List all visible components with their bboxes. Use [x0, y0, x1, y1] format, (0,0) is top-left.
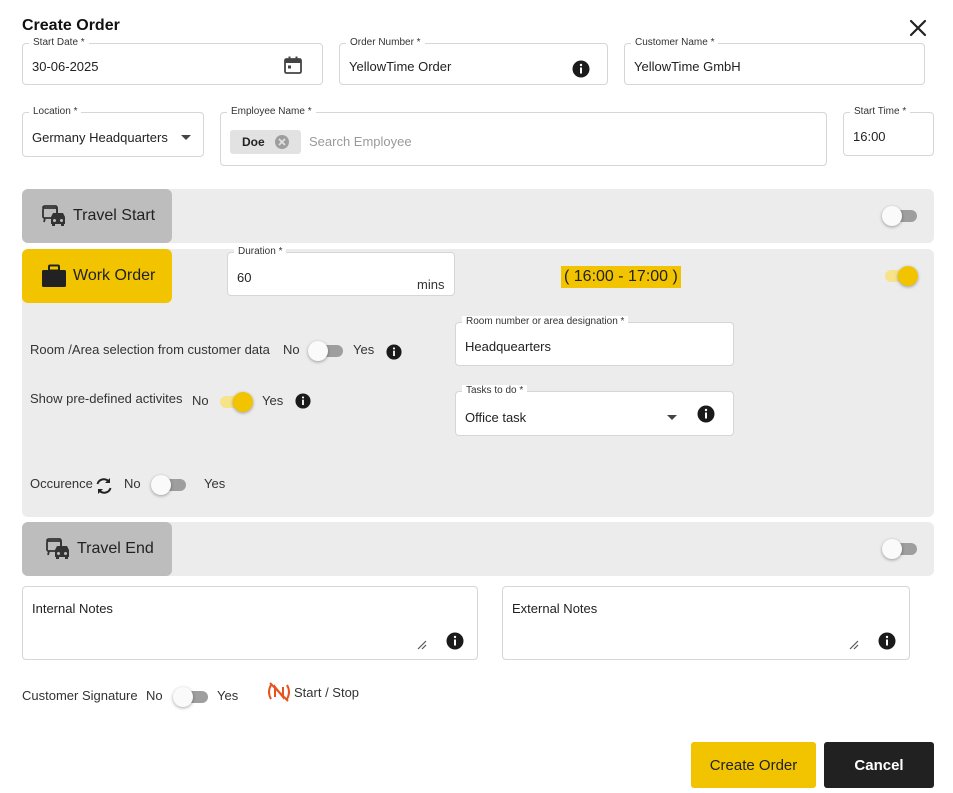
- tasks-value: Office task: [465, 410, 527, 425]
- calendar-icon[interactable]: [283, 55, 303, 75]
- room-number-value: Headquearters: [465, 339, 551, 354]
- travel-start-label: Travel Start: [73, 207, 156, 224]
- toggle-thumb: [173, 687, 193, 707]
- travel-start-button[interactable]: Travel Start: [22, 189, 172, 243]
- predefined-activities-label: Show pre-defined activites: [30, 391, 183, 406]
- start-time-label: Start Time *: [850, 106, 911, 118]
- info-icon[interactable]: [386, 344, 402, 360]
- travel-icon: [45, 538, 71, 560]
- customer-signature-label: Customer Signature: [22, 688, 138, 703]
- order-number-field[interactable]: Order Number * YellowTime Order: [339, 37, 608, 85]
- tasks-label: Tasks to do *: [462, 385, 528, 397]
- room-selection-yes: Yes: [353, 342, 375, 357]
- employee-search-input[interactable]: Search Employee: [309, 134, 412, 149]
- customer-name-value: YellowTime GmbH: [634, 59, 741, 74]
- order-number-label: Order Number *: [346, 37, 425, 49]
- info-icon[interactable]: [697, 405, 715, 423]
- duration-value: 60: [237, 270, 252, 285]
- work-order-toggle[interactable]: [882, 266, 918, 286]
- predefined-yes: Yes: [262, 393, 284, 408]
- occurrence-yes: Yes: [204, 476, 226, 491]
- duration-field[interactable]: Duration * 60 mins: [227, 246, 455, 296]
- time-range-badge: ( 16:00 - 17:00 ): [561, 266, 681, 288]
- nfc-off-icon[interactable]: [266, 681, 292, 703]
- room-selection-label: Room /Area selection from customer data: [30, 342, 270, 357]
- external-notes-textarea[interactable]: External Notes: [502, 586, 910, 660]
- travel-end-label: Travel End: [77, 540, 154, 557]
- internal-notes-label: Internal Notes: [32, 601, 113, 616]
- toggle-thumb: [882, 206, 902, 226]
- travel-end-button[interactable]: Travel End: [22, 522, 172, 576]
- chevron-down-icon[interactable]: [179, 129, 193, 140]
- duration-label: Duration *: [234, 246, 287, 258]
- employee-chip: Doe: [230, 130, 301, 154]
- location-label: Location *: [29, 106, 82, 118]
- employee-chip-label: Doe: [242, 135, 265, 149]
- start-time-value: 16:00: [853, 129, 886, 144]
- start-date-value: 30-06-2025: [32, 59, 99, 74]
- employee-label: Employee Name *: [227, 106, 316, 118]
- travel-icon: [41, 205, 67, 227]
- signature-no: No: [146, 688, 163, 703]
- resize-icon[interactable]: [848, 638, 860, 650]
- occurrence-toggle[interactable]: [151, 475, 187, 495]
- briefcase-icon: [41, 264, 67, 287]
- info-icon[interactable]: [572, 60, 590, 78]
- customer-signature-toggle[interactable]: [173, 687, 209, 707]
- chip-remove-icon[interactable]: [274, 134, 290, 150]
- tasks-select[interactable]: Tasks to do * Office task: [455, 385, 734, 436]
- start-date-field[interactable]: Start Date * 30-06-2025: [22, 37, 323, 85]
- chevron-down-icon[interactable]: [665, 409, 679, 420]
- internal-notes-textarea[interactable]: Internal Notes: [22, 586, 478, 660]
- order-number-value: YellowTime Order: [349, 59, 452, 74]
- toggle-thumb: [308, 341, 328, 361]
- location-select[interactable]: Location * Germany Headquarters: [22, 106, 204, 157]
- toggle-thumb: [233, 392, 253, 412]
- occurrence-no: No: [124, 476, 141, 491]
- toggle-thumb: [898, 266, 918, 286]
- info-icon[interactable]: [878, 632, 896, 650]
- employee-field[interactable]: Employee Name * Doe Search Employee: [220, 106, 827, 166]
- info-icon[interactable]: [295, 393, 311, 409]
- occurrence-label: Occurence: [30, 476, 93, 491]
- predefined-no: No: [192, 393, 209, 408]
- create-order-button[interactable]: Create Order: [691, 742, 816, 788]
- close-icon[interactable]: [906, 16, 930, 40]
- work-order-panel: Work Order Duration * 60 mins ( 16:00 - …: [22, 246, 934, 517]
- room-selection-no: No: [283, 342, 300, 357]
- customer-name-field[interactable]: Customer Name * YellowTime GmbH: [624, 37, 925, 85]
- location-value: Germany Headquarters: [32, 130, 168, 145]
- travel-start-toggle[interactable]: [882, 206, 918, 226]
- work-order-label: Work Order: [73, 267, 156, 284]
- room-number-label: Room number or area designation *: [462, 316, 629, 328]
- travel-end-panel: Travel End: [22, 522, 934, 576]
- cancel-button[interactable]: Cancel: [824, 742, 934, 788]
- travel-end-toggle[interactable]: [882, 539, 918, 559]
- start-date-label: Start Date *: [29, 37, 89, 49]
- room-number-field[interactable]: Room number or area designation * Headqu…: [455, 316, 734, 366]
- dialog-title: Create Order: [22, 17, 120, 34]
- info-icon[interactable]: [446, 632, 464, 650]
- sync-icon: [94, 475, 114, 497]
- start-time-field[interactable]: Start Time * 16:00: [843, 106, 934, 156]
- customer-name-label: Customer Name *: [631, 37, 719, 49]
- external-notes-label: External Notes: [512, 601, 598, 616]
- resize-icon[interactable]: [416, 638, 428, 650]
- room-selection-toggle[interactable]: [308, 341, 344, 361]
- signature-yes: Yes: [217, 688, 239, 703]
- work-order-button[interactable]: Work Order: [22, 249, 172, 303]
- duration-unit: mins: [417, 277, 445, 292]
- predefined-activities-toggle[interactable]: [217, 392, 253, 412]
- travel-start-panel: Travel Start: [22, 189, 934, 243]
- toggle-thumb: [151, 475, 171, 495]
- toggle-thumb: [882, 539, 902, 559]
- start-stop-label: Start / Stop: [294, 685, 360, 700]
